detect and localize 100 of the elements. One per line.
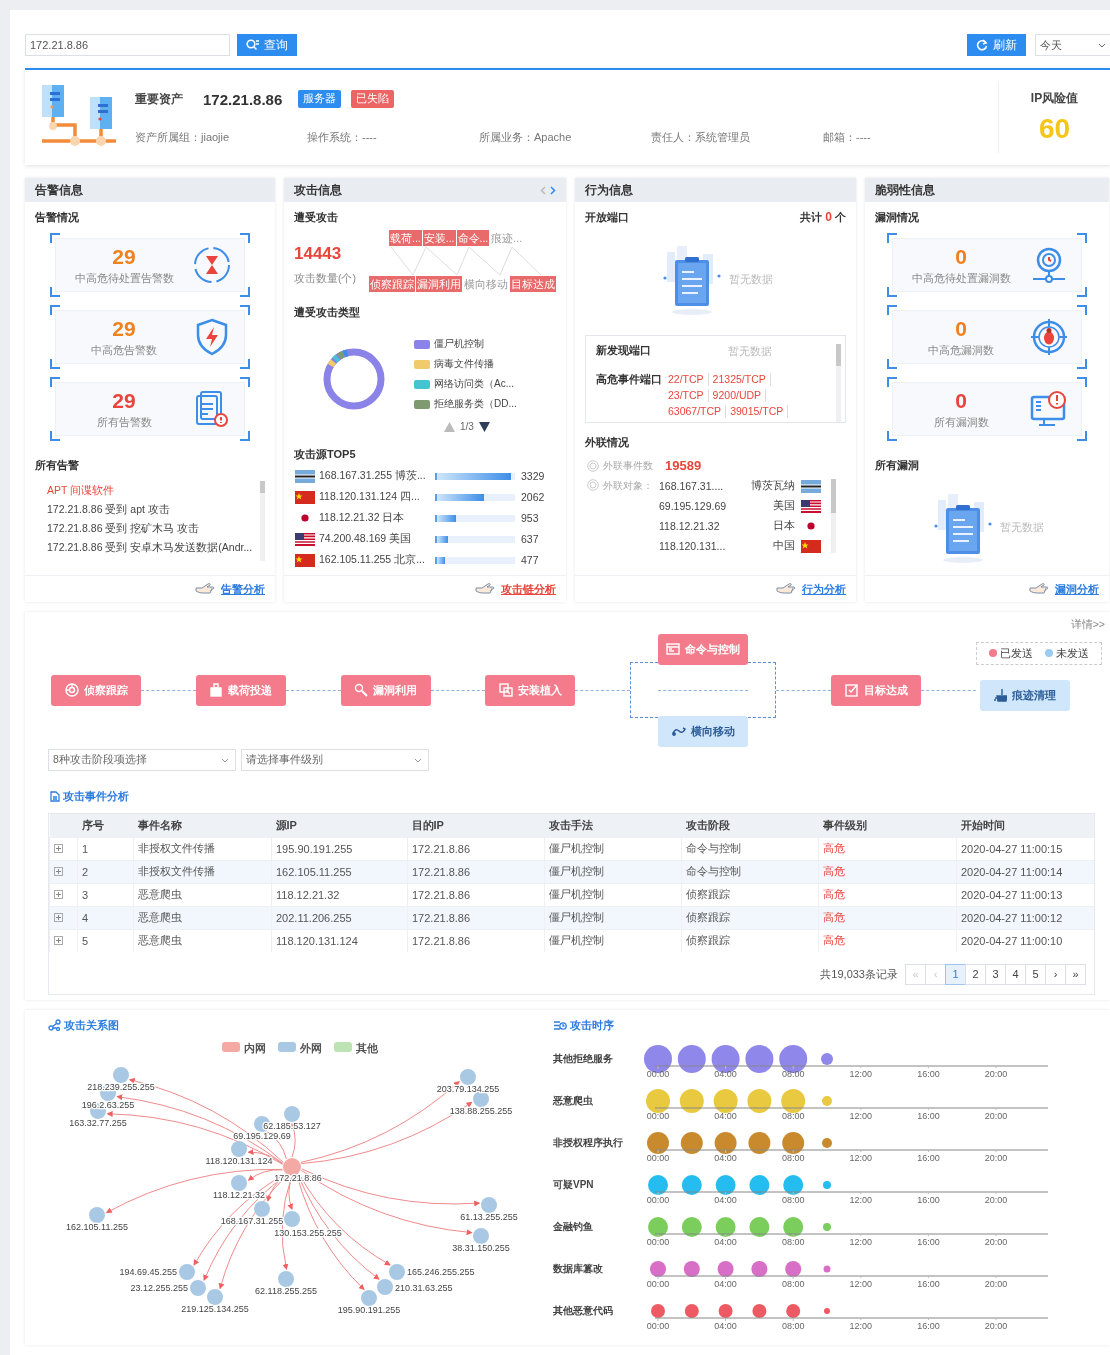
axis-tick-label: 16:00 xyxy=(917,1195,940,1205)
external-node[interactable] xyxy=(473,1091,489,1107)
package-icon xyxy=(209,683,224,697)
column-header: 序号 xyxy=(77,814,134,837)
table-cell: 高危 xyxy=(818,837,957,860)
hand-pointer-icon xyxy=(195,582,215,596)
lateral-move-icon xyxy=(671,724,686,738)
external-node[interactable] xyxy=(278,1271,294,1287)
table-cell: 3 xyxy=(77,883,134,906)
event-count: 19589 xyxy=(665,458,702,473)
legend-label: 拒绝服务类（DD... xyxy=(434,397,517,411)
node-label: 118.120.131.124 xyxy=(205,1156,273,1166)
external-node[interactable] xyxy=(284,1211,300,1227)
expand-icon[interactable] xyxy=(54,890,63,899)
table-row[interactable]: 1 非授权文件传播 195.90.191.255 172.21.8.86 僵尸机控制 命令与控制 高危 2020-04-27 11:00:15 xyxy=(49,837,1094,860)
alert-item[interactable]: 172.21.8.86 受到 apt 攻击 xyxy=(47,503,256,517)
axis-tick-label: 12:00 xyxy=(849,1237,873,1247)
chevron-left-icon[interactable] xyxy=(540,185,546,195)
column-header: 攻击手法 xyxy=(544,814,682,837)
column-header: 攻击阶段 xyxy=(681,814,819,837)
external-node[interactable] xyxy=(179,1264,195,1280)
hand-pointer-icon xyxy=(1029,582,1049,596)
axis-tick-label: 04:00 xyxy=(714,1069,737,1079)
query-button[interactable]: 查询 xyxy=(237,34,297,56)
source-count: 953 xyxy=(521,512,539,524)
stage-tag: 命令... xyxy=(456,230,490,246)
range-dropdown[interactable]: 今天 xyxy=(1035,34,1110,56)
page-button[interactable]: 5 xyxy=(1025,963,1046,985)
triangle-down-icon[interactable] xyxy=(478,421,490,432)
analysis-link[interactable]: 漏洞分析 xyxy=(1055,581,1099,597)
axis-tick-label: 00:00 xyxy=(646,1279,670,1289)
table-cell: 僵尸机控制 xyxy=(544,883,682,906)
search-field[interactable]: 172.21.8.86 xyxy=(25,34,230,56)
triangle-up-icon[interactable] xyxy=(444,421,455,432)
asset-title: 重要资产 xyxy=(135,90,183,108)
axis-tick-label: 00:00 xyxy=(646,1069,670,1079)
external-node[interactable] xyxy=(207,1289,223,1305)
analysis-link[interactable]: 告警分析 xyxy=(221,581,265,597)
section-title: 所有漏洞 xyxy=(875,458,920,472)
alert-category[interactable]: APT 间谍软件 xyxy=(47,484,256,498)
scrollbar[interactable] xyxy=(831,479,836,553)
stage-tag: 侦察跟踪 xyxy=(369,276,415,292)
page-button[interactable]: 2 xyxy=(965,963,986,985)
external-node[interactable] xyxy=(361,1290,377,1306)
filter-dropdown[interactable]: 请选择事件级别 xyxy=(241,749,429,771)
filter-dropdown[interactable]: 8种攻击阶段项选择 xyxy=(48,749,236,771)
external-node[interactable] xyxy=(460,1069,476,1085)
refresh-button[interactable]: 刷新 xyxy=(967,34,1026,56)
external-node[interactable] xyxy=(190,1280,206,1296)
table-cell: 4 xyxy=(77,906,134,929)
analysis-link[interactable]: 攻击链分析 xyxy=(501,581,556,597)
analysis-link[interactable]: 行为分析 xyxy=(802,581,846,597)
expand-icon[interactable] xyxy=(54,844,63,853)
expand-icon[interactable] xyxy=(54,936,63,946)
page-button[interactable]: 1 xyxy=(945,963,966,985)
last-page-button[interactable]: » xyxy=(1065,963,1086,985)
chevron-right-icon[interactable] xyxy=(550,185,556,195)
next-page-button[interactable]: › xyxy=(1045,963,1066,985)
alert-item[interactable]: 172.21.8.86 受到 挖矿木马 攻击 xyxy=(47,522,256,536)
hourglass-icon xyxy=(192,245,232,285)
table-cell: 1 xyxy=(77,837,134,860)
table-row[interactable]: 4 恶意爬虫 202.11.206.255 172.21.8.86 僵尸机控制 侦察跟踪 高危 2020-04-27 11:00:12 xyxy=(49,906,1094,929)
stage-step[interactable]: 横向移动 xyxy=(658,715,749,747)
external-node[interactable] xyxy=(389,1264,405,1280)
scrollbar[interactable] xyxy=(260,481,265,561)
external-node[interactable] xyxy=(89,1207,105,1223)
empty-text: 暂无数据 xyxy=(728,344,772,359)
external-node[interactable] xyxy=(377,1279,393,1295)
broom-icon xyxy=(993,688,1008,702)
table-cell: 172.21.8.86 xyxy=(407,883,545,906)
table-cell: 非授权文件传播 xyxy=(133,860,272,883)
table-cell: 僵尸机控制 xyxy=(544,837,682,860)
flag-icon xyxy=(295,490,315,504)
page-button[interactable]: 3 xyxy=(985,963,1006,985)
axis-tick-label: 08:00 xyxy=(781,1111,805,1121)
external-node[interactable] xyxy=(231,1175,247,1191)
table-row[interactable]: 5 恶意爬虫 118.120.131.124 172.21.8.86 僵尸机控制 侦察跟踪 高危 2020-04-27 11:00:10 xyxy=(49,929,1094,952)
external-node[interactable] xyxy=(473,1228,489,1244)
page-button[interactable]: 4 xyxy=(1005,963,1026,985)
node-label: 218.239.255.255 xyxy=(87,1082,155,1092)
external-node[interactable] xyxy=(481,1197,497,1213)
node-label: 195.90.191.255 xyxy=(337,1305,401,1315)
external-node[interactable] xyxy=(113,1067,129,1083)
search-icon xyxy=(354,683,369,697)
external-node[interactable] xyxy=(231,1141,247,1157)
stage-step[interactable]: 痕迹清理 xyxy=(979,679,1070,711)
expand-icon[interactable] xyxy=(54,913,63,922)
alert-item[interactable]: 172.21.8.86 受到 安卓木马发送数据(Andr... xyxy=(47,541,256,555)
table-cell: 僵尸机控制 xyxy=(544,860,682,883)
external-node[interactable] xyxy=(254,1201,270,1217)
axis-tick-label: 20:00 xyxy=(984,1195,1008,1205)
scrollbar[interactable] xyxy=(836,344,841,422)
expand-icon[interactable] xyxy=(54,867,63,876)
details-link[interactable]: 详情>> xyxy=(1070,618,1105,634)
table-row[interactable]: 2 非授权文件传播 162.105.11.255 172.21.8.86 僵尸机控制 命令与控制 高危 2020-04-27 11:00:14 xyxy=(49,860,1094,883)
section-title: 遭受攻击类型 xyxy=(294,305,361,319)
table-row[interactable]: 3 恶意爬虫 118.12.21.32 172.21.8.86 僵尸机控制 侦察跟踪 高危 2020-04-27 11:00:13 xyxy=(49,883,1094,906)
internal-node[interactable] xyxy=(283,1158,301,1176)
external-node[interactable] xyxy=(284,1106,300,1122)
timeline-icon xyxy=(553,1019,567,1031)
